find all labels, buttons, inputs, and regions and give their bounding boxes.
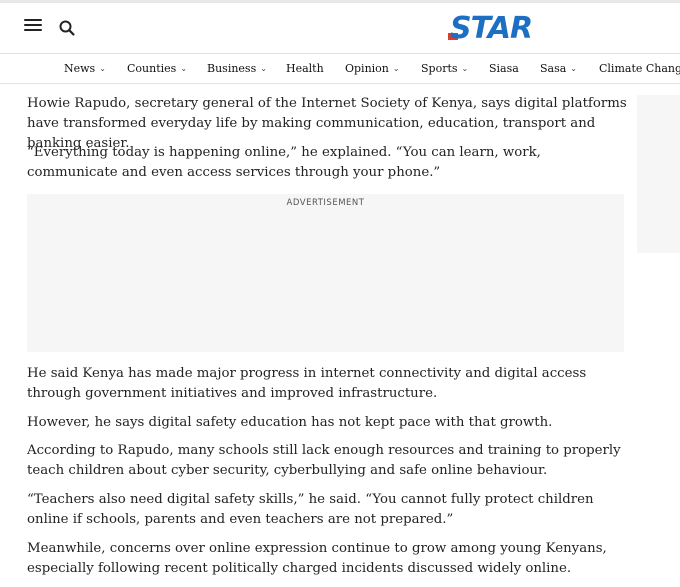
site-logo[interactable]: STAR <box>448 11 533 47</box>
chevron-down-icon: ⌄ <box>392 64 400 73</box>
article-paragraph: Meanwhile, concerns over online expressi… <box>27 541 607 576</box>
article-paragraph: “Teachers also need digital safety skill… <box>27 492 594 527</box>
chevron-down-icon: ⌄ <box>570 64 577 73</box>
nav-item-siasa[interactable]: Siasa <box>489 54 519 83</box>
advertisement-label: ADVERTISEMENT <box>286 198 365 208</box>
nav-item-label: Health <box>286 62 324 75</box>
hamburger-icon[interactable] <box>24 19 42 35</box>
nav-item-label: News <box>64 62 96 75</box>
nav-item-sasa[interactable]: Sasa ⌄ <box>540 54 577 83</box>
nav-item-opinion[interactable]: Opinion ⌄ <box>345 54 400 83</box>
article-paragraph: However, he says digital safety educatio… <box>27 415 553 430</box>
nav-item-label: Opinion <box>345 62 389 75</box>
nav-item-counties[interactable]: Counties ⌄ <box>127 54 187 83</box>
nav-item-news[interactable]: News ⌄ <box>64 54 106 83</box>
chevron-down-icon: ⌄ <box>260 64 267 73</box>
article-paragraph: According to Rapudo, many schools still … <box>27 443 621 478</box>
chevron-down-icon: ⌄ <box>99 64 106 73</box>
nav-item-business[interactable]: Business ⌄ <box>207 54 267 83</box>
nav-item-label: Siasa <box>489 62 519 75</box>
main-nav: News ⌄ Counties ⌄ Business ⌄ Health Opinion… <box>0 53 680 84</box>
nav-item-health[interactable]: Health <box>286 54 324 83</box>
sidebar-ad-slot <box>637 95 680 253</box>
article-paragraph: He said Kenya has made major progress in… <box>27 366 587 401</box>
chevron-down-icon: ⌄ <box>461 64 469 73</box>
nav-item-label: Business <box>207 62 257 75</box>
search-icon[interactable] <box>58 19 76 37</box>
site-header: STAR <box>0 3 680 53</box>
nav-item-sports[interactable]: Sports ⌄ <box>421 54 468 83</box>
nav-item-label: Sasa <box>540 62 567 75</box>
nav-item-label: Sports <box>421 62 458 75</box>
nav-item-label: Climate Change <box>599 62 680 75</box>
logo-text: STAR <box>450 11 533 46</box>
chevron-down-icon: ⌄ <box>180 64 188 73</box>
nav-item-label: Counties <box>127 62 177 75</box>
article-paragraph: “Everything today is happening online,” … <box>27 145 541 180</box>
advertisement-slot: ADVERTISEMENT <box>27 194 624 352</box>
nav-item-climate-change[interactable]: Climate Change <box>599 54 680 83</box>
